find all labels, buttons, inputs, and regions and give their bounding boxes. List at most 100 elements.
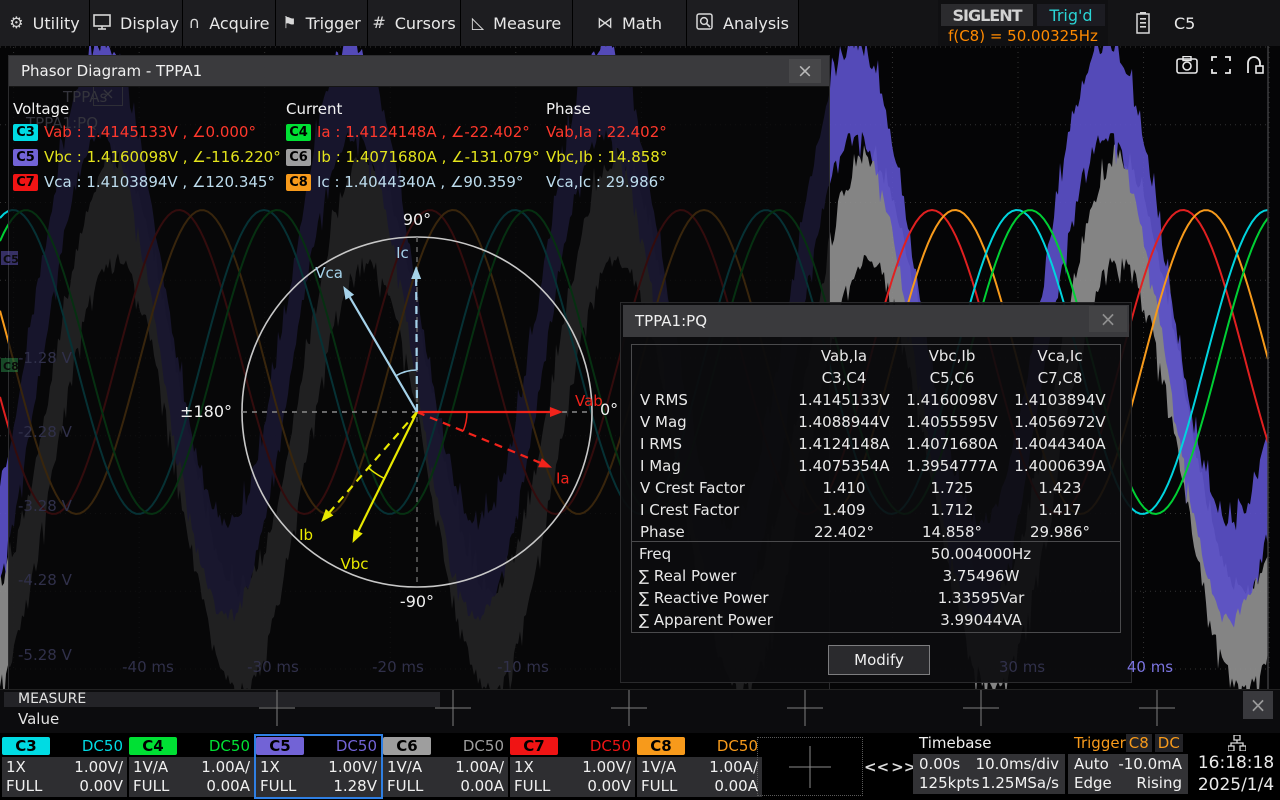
- pq-cell: 1.4160098V: [898, 391, 1006, 409]
- trigger-block[interactable]: Trigger C8 DC Auto-10.0mA EdgeRising: [1068, 733, 1188, 800]
- menu-item-label: Math: [622, 14, 662, 33]
- pq-cell: C5,C6: [898, 369, 1006, 387]
- phasor-window-titlebar[interactable]: Phasor Diagram - TPPA1: [9, 56, 829, 87]
- pq-dialog-close-button[interactable]: ×: [1089, 306, 1127, 332]
- channel-bandwidth: FULL: [133, 779, 169, 794]
- channel-bandwidth: FULL: [387, 779, 423, 794]
- reading-text: Vca : 1.4103894V , ∠120.345°: [44, 173, 275, 191]
- math-channel-placeholder[interactable]: [757, 737, 863, 796]
- measure-strip: MEASURE Value ×: [0, 689, 1280, 733]
- channel-chip-c3: C3: [13, 124, 38, 141]
- phase-heading: Phase: [546, 100, 591, 118]
- menu-bar: SIGLENT Trig'd f(C8) = 50.00325Hz C5 ⚙Ut…: [0, 0, 1280, 46]
- vector-label-ic: Ic: [396, 244, 409, 262]
- timebase-block[interactable]: Timebase 0.00s10.0ms/div 125kpts1.25MSa/…: [913, 733, 1065, 800]
- pq-row-label: I Crest Factor: [632, 501, 790, 519]
- phasor-axis-label: 90°: [403, 210, 431, 229]
- phase-reading-vbc-ib: Vbc,Ib : 14.858°: [546, 148, 667, 166]
- pq-row-i-crest-factor: I Crest Factor1.4091.7121.417: [632, 499, 1120, 521]
- channel-offset: 0.00A: [460, 779, 504, 794]
- display-icon: [93, 14, 111, 33]
- phasor-window-close-button[interactable]: ×: [789, 59, 821, 83]
- menu-item-analysis[interactable]: Analysis: [687, 0, 799, 46]
- fullscreen-icon[interactable]: [1210, 54, 1232, 76]
- channel-block-c7[interactable]: C7DC501X1.00V/FULL0.00V: [510, 736, 635, 797]
- trigger-label: Trigger: [1074, 734, 1126, 752]
- channel-coupling: DC50: [82, 737, 127, 755]
- channel-probe: 1V/A: [387, 760, 422, 775]
- pq-table-divider: [631, 541, 1121, 542]
- menu-item-acquire[interactable]: ∩ Acquire: [183, 0, 276, 46]
- pq-row-i-rms: I RMS1.4124148A1.4071680A1.4044340A: [632, 433, 1120, 455]
- channel-offset: 0.00V: [79, 779, 123, 794]
- pq-summary-row: ∑ Real Power 3.75496W: [631, 565, 1121, 587]
- channel-block-c5[interactable]: C5DC501X1.00V/FULL1.28V: [256, 736, 381, 797]
- phasor-vector-vca: [350, 297, 417, 412]
- modify-button[interactable]: Modify: [828, 645, 930, 675]
- measure-slot-cross-icon: [435, 690, 471, 730]
- frequency-counter-readout: f(C8) = 50.00325Hz: [938, 27, 1108, 45]
- trigger-source: C8: [1126, 734, 1152, 752]
- scroll-left-button[interactable]: <<: [864, 758, 889, 776]
- pq-summary-value: 3.99044VA: [841, 611, 1121, 629]
- menu-item-utility[interactable]: ⚙Utility: [0, 0, 90, 46]
- channel-block-c8[interactable]: C8DC501V/A1.00A/FULL0.00A: [637, 736, 762, 797]
- active-channel-label[interactable]: C5: [1174, 14, 1195, 33]
- channel-offset: 1.28V: [333, 779, 377, 794]
- pq-cell: 1.423: [1006, 479, 1114, 497]
- menu-item-cursors[interactable]: #Cursors: [368, 0, 461, 46]
- phase-angle-arc: [396, 370, 417, 376]
- channel-bandwidth: FULL: [514, 779, 550, 794]
- clock-block[interactable]: 16:18:18 2025/1/4: [1192, 733, 1280, 800]
- channel-scale: 1.00V/: [74, 760, 123, 775]
- channel-coupling: DC50: [209, 737, 254, 755]
- menu-item-label: Acquire: [209, 14, 269, 33]
- pq-summary-label: ∑ Real Power: [631, 567, 736, 585]
- channel-badge-c8: C8: [637, 737, 685, 755]
- phasor-vector-ic: [416, 279, 417, 412]
- screenshot-camera-icon[interactable]: [1176, 54, 1198, 76]
- pq-cell: 1.4044340A: [1006, 435, 1114, 453]
- pq-channel-row: C3,C4C5,C6C7,C8: [632, 367, 1120, 389]
- pq-row-v-mag: V Mag1.4088944V1.4055595V1.4056972V: [632, 411, 1120, 433]
- menu-item-trigger[interactable]: ⚑Trigger: [276, 0, 368, 46]
- menu-item-measure[interactable]: ◺Measure: [461, 0, 573, 46]
- measure-slot-cross-icon: [259, 690, 295, 730]
- channel-badge-c5: C5: [256, 737, 304, 755]
- oscilloscope-screen: SIGLENT Trig'd f(C8) = 50.00325Hz C5 ⚙Ut…: [0, 0, 1280, 800]
- pq-row-label: V Crest Factor: [632, 479, 790, 497]
- acquire-icon: ∩: [189, 15, 201, 31]
- measure-slot-cross-icon: [1139, 690, 1175, 730]
- menu-item-display[interactable]: Display: [90, 0, 183, 46]
- pq-cell: Vca,Ic: [1006, 347, 1114, 365]
- pq-summary-row: ∑ Apparent Power3.99044VA: [631, 609, 1121, 631]
- channel-block-c3[interactable]: C3DC501X1.00V/FULL0.00V: [2, 736, 127, 797]
- measure-strip-close-button[interactable]: ×: [1243, 691, 1273, 719]
- measure-value-label: Value: [18, 710, 59, 728]
- channel-chip-c4: C4: [286, 124, 311, 141]
- screen-flip-icon[interactable]: [1244, 54, 1266, 76]
- menu-item-math[interactable]: ⋈Math: [573, 0, 687, 46]
- pq-cell: 1.3954777A: [898, 457, 1006, 475]
- pq-cell: 14.858°: [898, 523, 1006, 541]
- menu-item-label: Display: [120, 14, 179, 33]
- pq-summary-label: ∑ Reactive Power: [631, 589, 769, 607]
- channel-block-c4[interactable]: C4DC501V/A1.00A/FULL0.00A: [129, 736, 254, 797]
- pq-summary-value: 3.75496W: [841, 567, 1121, 585]
- menu-item-label: Cursors: [395, 14, 456, 33]
- timebase-label: Timebase: [919, 734, 991, 752]
- pq-row-v-rms: V RMS1.4145133V1.4160098V1.4103894V: [632, 389, 1120, 411]
- pq-summary-row: ∑ Reactive Power1.33595Var: [631, 587, 1121, 609]
- pq-row-v-crest-factor: V Crest Factor1.4101.7251.423: [632, 477, 1120, 499]
- channel-block-c6[interactable]: C6DC501V/A1.00A/FULL0.00A: [383, 736, 508, 797]
- channel-chip-c8: C8: [286, 174, 311, 191]
- channel-probe: 1X: [260, 760, 280, 775]
- cursor-cross-icon: [789, 746, 831, 788]
- pq-cell: 1.410: [790, 479, 898, 497]
- pq-row-i-mag: I Mag1.4075354A1.3954777A1.4000639A: [632, 455, 1120, 477]
- phase-angle-arc: [368, 468, 384, 479]
- menu-item-label: Utility: [33, 14, 80, 33]
- pq-dialog-titlebar[interactable]: TPPA1:PQ: [623, 305, 1129, 337]
- trigger-coupling: DC: [1155, 734, 1183, 752]
- trigger-type: Edge: [1074, 776, 1112, 791]
